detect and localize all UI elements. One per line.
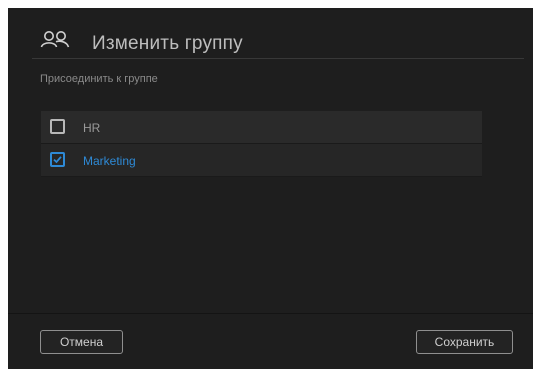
checkmark-icon	[53, 156, 62, 164]
save-button[interactable]: Сохранить	[416, 330, 513, 354]
edit-group-dialog: Изменить группу Присоединить к группе HR…	[8, 8, 533, 369]
hr-checkbox[interactable]	[50, 119, 65, 134]
marketing-checkbox[interactable]	[50, 152, 65, 167]
dialog-footer: Отмена Сохранить	[8, 314, 533, 369]
users-icon	[40, 30, 74, 50]
group-item-label: Marketing	[83, 154, 136, 168]
cancel-button[interactable]: Отмена	[40, 330, 123, 354]
group-item-label: HR	[83, 121, 101, 135]
group-item-marketing[interactable]: Marketing	[41, 144, 482, 177]
group-list: HR Marketing	[41, 111, 482, 177]
join-group-label: Присоединить к группе	[40, 73, 158, 85]
dialog-header: Изменить группу	[8, 8, 533, 60]
dialog-title: Изменить группу	[92, 33, 243, 54]
header-divider	[32, 58, 524, 59]
group-item-hr[interactable]: HR	[41, 111, 482, 144]
